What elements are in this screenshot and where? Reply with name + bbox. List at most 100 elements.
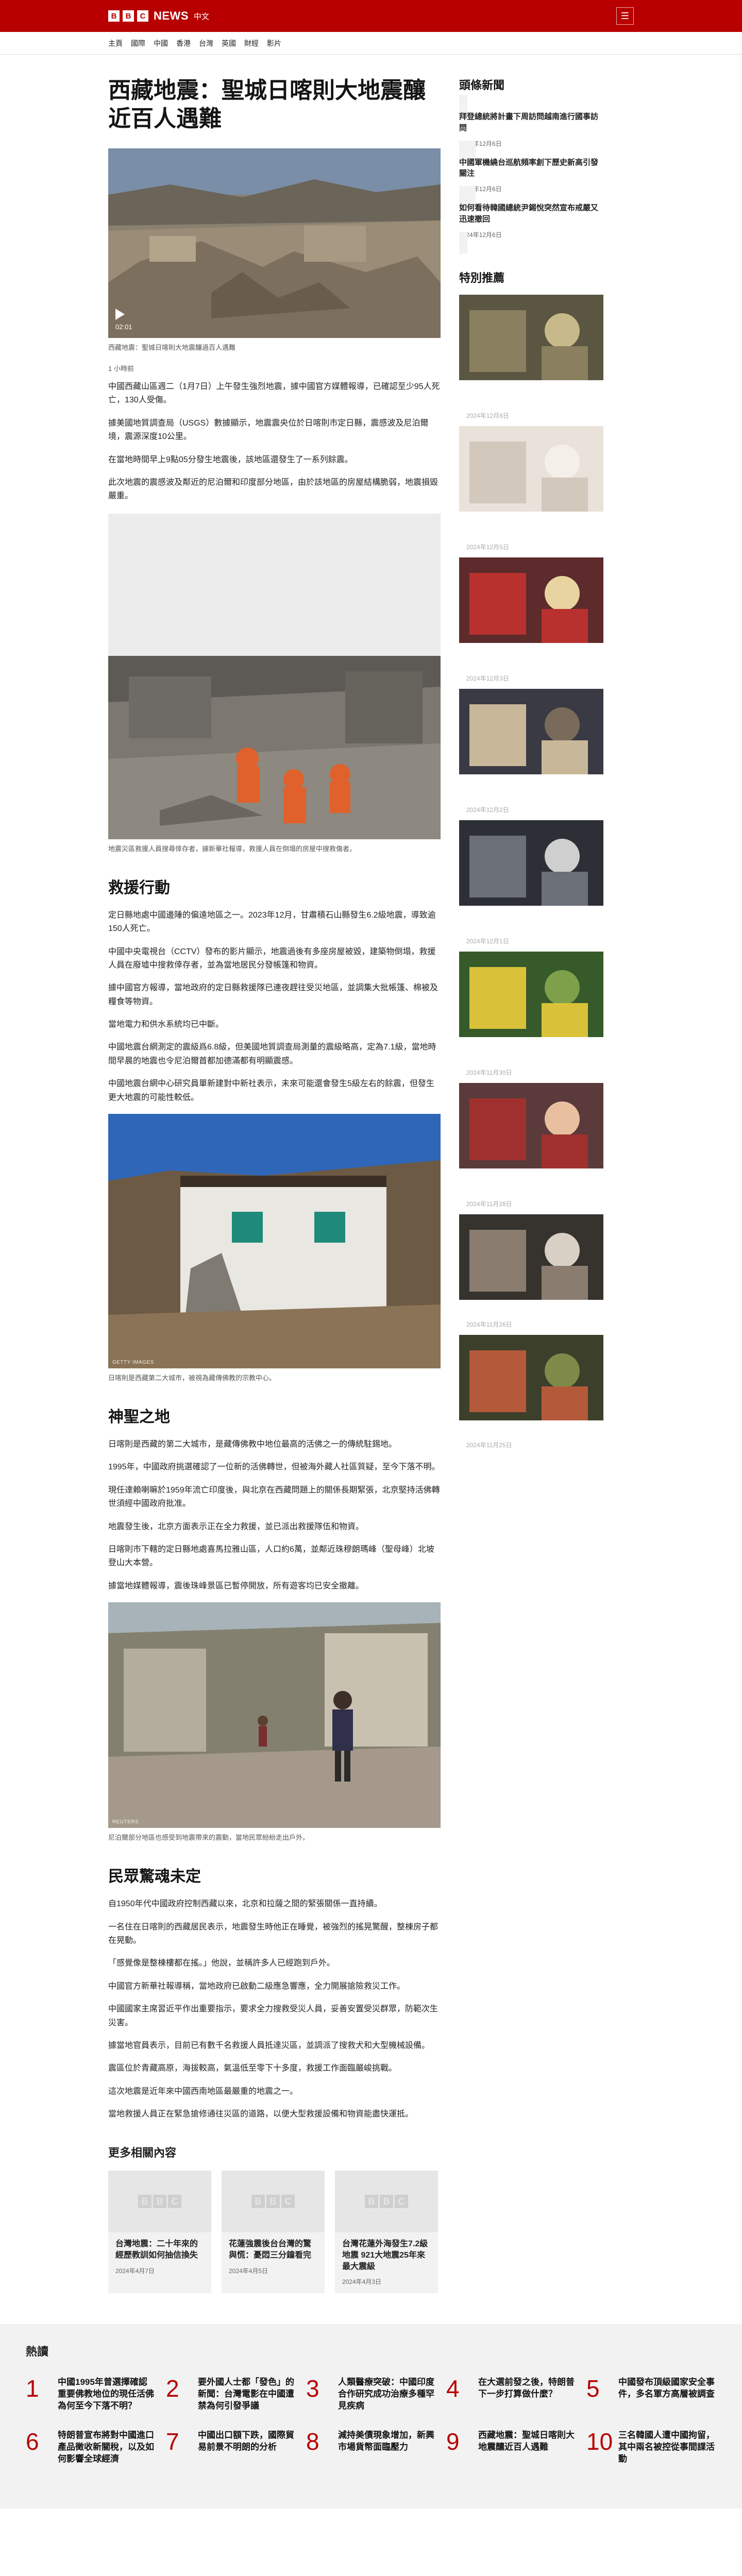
rescue-photo-image bbox=[108, 655, 441, 839]
featured-heading: 特別推薦 bbox=[459, 271, 505, 284]
featured-card-title: 特朗普與習近平的「國家主義」爭論 bbox=[466, 1306, 582, 1314]
featured-card[interactable]: 香港「47人案」：親北京派和反對派支持者的不同反應與解讀 2024年11月30日 bbox=[459, 951, 603, 1083]
article-title: 西藏地震：聖城日喀則大地震釀近百人遇難 bbox=[108, 78, 426, 131]
related-card[interactable]: B B C 花蓮強震後台台灣的驚與慌：憂悶三分鐘看完 2024年4月5日 bbox=[222, 2171, 325, 2294]
most-read-item[interactable]: 6 特朗普宣布將對中國進口產品徵收新關稅，以及如何影響全球經濟 bbox=[26, 2430, 156, 2465]
most-read-rank: 10 bbox=[586, 2428, 613, 2455]
ad-placeholder bbox=[108, 513, 441, 656]
body-paragraph: 中國中央電視台（CCTV）發布的影片顯示，地震過後有多座房屋被毀，建築物倒塌，救… bbox=[108, 947, 436, 970]
most-read-item[interactable]: 5 中國發布頂級國家安全事件，多名軍方高層被調查 bbox=[586, 2377, 716, 2412]
most-read-item[interactable]: 3 人類醫療突破：中國印度合作研究成功治療多種罕見疾病 bbox=[306, 2377, 436, 2412]
featured-card-date: 2024年11月25日 bbox=[466, 1441, 512, 1449]
article: 西藏地震：聖城日喀則大地震釀近百人遇難 02:01 西藏地震：聖城日喀則大地震釀… bbox=[108, 76, 441, 2294]
hero-video[interactable]: 02:01 bbox=[108, 148, 441, 338]
body-paragraph: 在當地時間早上9點05分發生地震後，該地區還發生了一系列餘震。 bbox=[108, 455, 353, 464]
logo-letter-1: B bbox=[108, 10, 120, 22]
most-read-item[interactable]: 7 中國出口額下跌，國際貿易前景不明朗的分析 bbox=[166, 2430, 296, 2465]
page-body: 西藏地震：聖城日喀則大地震釀近百人遇難 02:01 西藏地震：聖城日喀則大地震釀… bbox=[108, 55, 634, 2294]
most-read-title: 特朗普宣布將對中國進口產品徵收新關稅，以及如何影響全球經濟 bbox=[58, 2430, 154, 2464]
featured-card-image bbox=[459, 426, 603, 512]
nav-link[interactable]: 財經 bbox=[244, 38, 259, 48]
logo-letter-3: C bbox=[137, 10, 148, 22]
body-paragraph: 中國國家主席習近平作出重要指示，要求全力搜救受災人員，妥善安置受災群眾，防範次生… bbox=[108, 2005, 439, 2027]
nav-link[interactable]: 香港 bbox=[176, 38, 191, 48]
placeholder-logo-letter: B bbox=[251, 2195, 265, 2209]
featured-card[interactable]: 特朗普與習近平的「國家主義」爭論 2024年11月26日 bbox=[459, 1214, 603, 1335]
top-bar: B B C NEWS 中文 ☰ bbox=[0, 0, 742, 32]
featured-card[interactable]: 八月九三年後香港大學生站出來：回憶中國旅行人生 2024年12月3日 bbox=[459, 557, 603, 689]
most-read-rank: 5 bbox=[586, 2375, 600, 2402]
body-paragraph: 中國地震台網中心研究員單新建對中新社表示，未來可能還會發生5級左右的餘震，但發生… bbox=[108, 1079, 434, 1102]
top-story-date: 2024年12月6日 bbox=[459, 231, 502, 239]
featured-card-image bbox=[459, 1082, 603, 1168]
top-story-item[interactable]: 中國軍機繞台巡航頻率創下歷史新高引發關注 2024年12月6日 bbox=[459, 140, 603, 208]
nav-link[interactable]: 台灣 bbox=[199, 38, 213, 48]
featured-card[interactable]: 台灣女星馬：同志、愛情、討論——中國常被刪除的影片 2024年12月2日 bbox=[459, 688, 603, 820]
top-story-title: 如何看待韓國總統尹錫悅突然宣布戒嚴又迅速撤回 bbox=[459, 204, 599, 224]
most-read-title: 中國1995年曾選擇確認重要佛教地位的現任活佛為何至今下落不明？ bbox=[58, 2377, 154, 2411]
most-read-item[interactable]: 8 減持美債現象增加，新興市場貨幣面臨壓力 bbox=[306, 2430, 436, 2465]
play-icon bbox=[115, 309, 125, 320]
body-paragraph: 自1950年代中國政府控制西藏以來，北京和拉薩之間的緊張關係一直持續。 bbox=[108, 1900, 382, 1909]
nav-link[interactable]: 國際 bbox=[131, 38, 145, 48]
most-read-title: 中國發布頂級國家安全事件，多名軍方高層被調查 bbox=[618, 2377, 715, 2399]
most-read-rank: 6 bbox=[26, 2428, 39, 2455]
placeholder-logo-letter: B bbox=[266, 2195, 280, 2209]
top-story-date: 2024年12月6日 bbox=[459, 185, 502, 193]
body-paragraph: 日喀則是西藏的第二大城市，是藏傳佛教中地位最高的活佛之一的傳統駐錫地。 bbox=[108, 1440, 397, 1449]
related-card-date: 2024年4月3日 bbox=[342, 2278, 382, 2286]
related-card[interactable]: B B C 台灣花蓮外海發生7.2級地震 921大地震25年來最大震級 2024年4月3… bbox=[335, 2171, 438, 2294]
placeholder-logo-letter: C bbox=[281, 2195, 295, 2209]
most-read-heading: 熱讀 bbox=[26, 2345, 49, 2359]
featured-card[interactable]: 分析：阿薩德政府垮台，美國擔心的敘利亞化學武器落入極端組織手中 2024年12月8… bbox=[459, 294, 603, 426]
related-content: 更多相關內容 B B C 台灣地震：二十年來的經歷教訓如何抽信換失 2024年4月7日 B… bbox=[108, 2144, 441, 2294]
top-story-item[interactable]: 拜登總統將計畫下周訪問越南進行國事訪問 2024年12月6日 bbox=[459, 95, 603, 163]
most-read-title: 減持美債現象增加，新興市場貨幣面臨壓力 bbox=[338, 2430, 434, 2452]
featured-card-image bbox=[459, 820, 603, 906]
nav-link[interactable]: 中國 bbox=[154, 38, 168, 48]
top-story-title: 拜登總統將計畫下周訪問越南進行國事訪問 bbox=[459, 112, 599, 132]
most-read-item[interactable]: 1 中國1995年曾選擇確認重要佛教地位的現任活佛為何至今下落不明？ bbox=[26, 2377, 156, 2412]
featured-card-date: 2024年11月26日 bbox=[466, 1320, 512, 1328]
logo-letter-2: B bbox=[123, 10, 134, 22]
most-read-item[interactable]: 4 在大選前發之後，特朗普下一步打算做什麼？ bbox=[446, 2377, 576, 2412]
featured-card[interactable]: 死亡威脅與騷擾：中國網紅的另一面 2024年11月25日 bbox=[459, 1334, 603, 1455]
body-paragraph: 據當地官員表示，目前已有數千名救援人員抵達災區，並調派了搜救犬和大型機械設備。 bbox=[108, 2041, 430, 2050]
body-paragraph: 據中國官方報導，當地政府的定日縣救援隊已連夜趕往受災地區，並調集大批帳篷、棉被及… bbox=[108, 984, 439, 1006]
most-read-title: 在大選前發之後，特朗普下一步打算做什麼？ bbox=[478, 2377, 575, 2399]
body-paragraph: 震區位於青藏高原，海拔較高，氣溫低至零下十多度，救援工作面臨嚴峻挑戰。 bbox=[108, 2064, 397, 2073]
featured-card[interactable]: 香港究竟用的教育體系中：我們應該如何認識中華文化 2024年11月28日 bbox=[459, 1082, 603, 1214]
most-read-title: 人類醫療突破：中國印度合作研究成功治療多種罕見疾病 bbox=[338, 2377, 434, 2411]
related-card[interactable]: B B C 台灣地震：二十年來的經歷教訓如何抽信換失 2024年4月7日 bbox=[108, 2171, 211, 2294]
featured-card-date: 2024年11月30日 bbox=[466, 1069, 512, 1076]
photo-credit: GETTY IMAGES bbox=[112, 1360, 154, 1366]
most-read-row: 1 中國1995年曾選擇確認重要佛教地位的現任活佛為何至今下落不明？ 2 要外國人士都… bbox=[26, 2377, 716, 2412]
featured-card[interactable]: 「自殺運動」背後的原因：在中國年輕人中流傳的社會壓力 2024年12月1日 bbox=[459, 820, 603, 952]
placeholder-logo-letter: B bbox=[365, 2195, 378, 2209]
most-read-item[interactable]: 10 三名韓國人遭中國拘留，其中兩名被控從事間諜活動 bbox=[586, 2430, 716, 2465]
most-read-rank: 7 bbox=[166, 2428, 179, 2455]
most-read-item[interactable]: 9 西藏地震：聖城日喀則大地震釀近百人遇難 bbox=[446, 2430, 576, 2465]
nav-link[interactable]: 英國 bbox=[222, 38, 236, 48]
hamburger-icon: ☰ bbox=[620, 10, 630, 21]
menu-button[interactable]: ☰ bbox=[616, 7, 634, 25]
bbc-news-logo[interactable]: B B C NEWS 中文 bbox=[108, 9, 209, 23]
most-read-title: 要外國人士都「發色」的新聞：台灣電影在中國遭禁為何引發爭議 bbox=[198, 2377, 294, 2411]
placeholder-logo-letter: C bbox=[168, 2195, 181, 2209]
nav-link[interactable]: 影片 bbox=[267, 38, 281, 48]
most-read-row: 6 特朗普宣布將對中國進口產品徵收新關稅，以及如何影響全球經濟 7 中國出口額下跌，國… bbox=[26, 2430, 716, 2465]
most-read-rank: 9 bbox=[446, 2428, 460, 2455]
top-story-item[interactable]: 如何看待韓國總統尹錫悅突然宣布戒嚴又迅速撤回 2024年12月6日 bbox=[459, 186, 603, 254]
featured-card-title: 分析：阿薩德政府垮台，美國擔心的敘利亞化學武器落入極端組織手中 bbox=[466, 386, 596, 405]
top-story-date: 2024年12月6日 bbox=[459, 140, 502, 147]
nav-link[interactable]: 主頁 bbox=[108, 38, 123, 48]
video-play-overlay[interactable]: 02:01 bbox=[115, 309, 132, 331]
featured-card-date: 2024年12月8日 bbox=[466, 412, 509, 419]
featured-card[interactable]: 暴力對付賈：中國女性生小孩用保險套的悲劇 2024年12月5日 bbox=[459, 426, 603, 557]
most-read-rank: 1 bbox=[26, 2375, 39, 2402]
featured-card-date: 2024年12月3日 bbox=[466, 674, 509, 682]
featured-card-title: 香港究竟用的教育體系中：我們應該如何認識中華文化 bbox=[466, 1174, 596, 1194]
main-navigation: 主頁 國際 中國 香港 台灣 英國 財經 影片 bbox=[0, 32, 742, 55]
most-read-rank: 2 bbox=[166, 2375, 179, 2402]
most-read-item[interactable]: 2 要外國人士都「發色」的新聞：台灣電影在中國遭禁為何引發爭議 bbox=[166, 2377, 296, 2412]
